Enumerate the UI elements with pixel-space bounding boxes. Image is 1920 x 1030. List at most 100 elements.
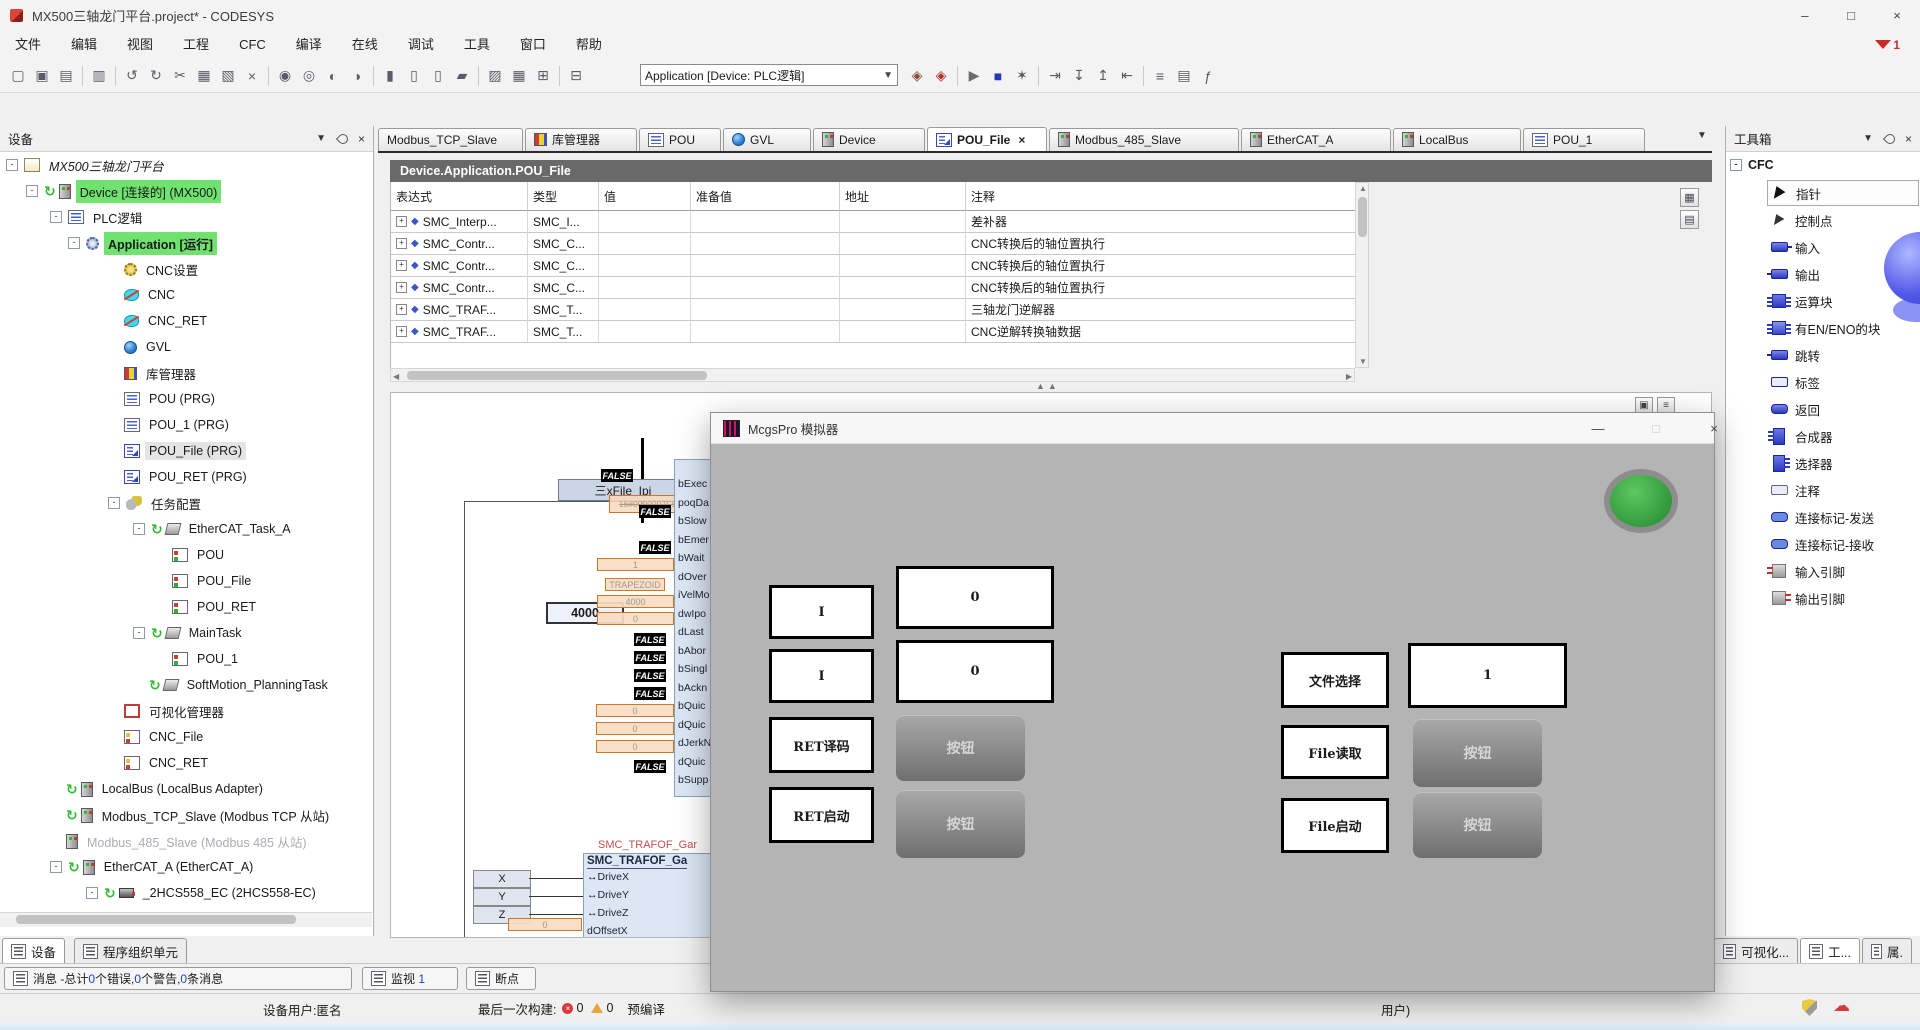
bookmark-next-icon[interactable]: ▯ <box>403 65 425 87</box>
cfc-axis-label[interactable]: Y <box>473 888 531 906</box>
toolbox-item-跳转[interactable]: 跳转 <box>1767 342 1919 368</box>
tree-item[interactable]: GVL <box>0 334 373 360</box>
security-shield-icon[interactable] <box>1802 999 1817 1016</box>
tab-EtherCAT_A[interactable]: EtherCAT_A <box>1241 128 1391 151</box>
row-expander-icon[interactable]: + <box>396 326 407 337</box>
cfc-zoom-button[interactable]: ▣ <box>1635 397 1653 413</box>
flow-control-icon[interactable]: ▤ <box>1173 65 1195 87</box>
replace-all-icon[interactable]: ◑ <box>346 65 368 87</box>
tree-item[interactable]: 库管理器 <box>0 360 373 386</box>
tree-item[interactable]: ↻LocalBus (LocalBus Adapter) <box>0 776 373 802</box>
table-cell[interactable]: +◆SMC_Contr... <box>391 233 528 255</box>
cfc-value-box[interactable]: 0 <box>596 704 674 717</box>
tree-item[interactable]: ↻Modbus_TCP_Slave (Modbus TCP 从站) <box>0 802 373 828</box>
tab-LocalBus[interactable]: LocalBus <box>1393 128 1521 151</box>
bookmark-clear-icon[interactable]: ▰ <box>451 65 473 87</box>
export-icon[interactable]: ⊞ <box>532 65 554 87</box>
tree-item[interactable]: 可视化管理器 <box>0 698 373 724</box>
cfc-value-box[interactable]: 0 <box>596 740 674 753</box>
find-icon[interactable]: ◉ <box>274 65 296 87</box>
cfc-value-box[interactable]: 4000 <box>597 595 674 608</box>
tree-item[interactable]: -↻MainTask <box>0 620 373 646</box>
row-expander-icon[interactable]: + <box>396 282 407 293</box>
tree-item[interactable]: -MX500三轴龙门平台 <box>0 152 373 178</box>
expander-icon[interactable]: - <box>50 211 62 223</box>
tree-item[interactable]: POU_1 <box>0 646 373 672</box>
close-tab-icon[interactable]: × <box>1018 133 1025 147</box>
toolbox-item-有EN/ENO的块[interactable]: 有EN/ENO的块 <box>1767 315 1919 341</box>
panel-tab-属.[interactable]: 属. <box>1862 938 1912 963</box>
find-next-icon[interactable]: ◎ <box>298 65 320 87</box>
sim-label-file-read[interactable]: File读取 <box>1281 725 1389 779</box>
toolbox-item-标签[interactable]: 标签 <box>1767 369 1919 395</box>
tab-Device[interactable]: Device <box>813 128 925 151</box>
sim-button-file-start[interactable]: 按钮 <box>1413 792 1542 858</box>
tree-item[interactable]: -↻EtherCAT_Task_A <box>0 516 373 542</box>
minimize-button[interactable]: – <box>1782 1 1828 30</box>
force-values-icon[interactable]: ƒ <box>1197 65 1219 87</box>
column-header-表达式[interactable]: 表达式 <box>391 182 528 211</box>
sim-label-file-start[interactable]: File启动 <box>1281 798 1389 853</box>
menu-编辑[interactable]: 编辑 <box>56 30 112 59</box>
pin-icon[interactable] <box>336 131 350 145</box>
expander-icon[interactable]: - <box>86 887 98 899</box>
row-expander-icon[interactable]: + <box>396 304 407 315</box>
start-icon[interactable]: ▶ <box>963 65 985 87</box>
simulator-close-button[interactable]: × <box>1692 413 1736 444</box>
new-file-icon[interactable]: ▢ <box>7 65 29 87</box>
paste-icon[interactable]: ▧ <box>217 65 239 87</box>
redo-icon[interactable]: ↻ <box>145 65 167 87</box>
cfc-menu-button[interactable]: ≡ <box>1657 397 1675 413</box>
menu-工程[interactable]: 工程 <box>168 30 224 59</box>
breakpoints-icon[interactable]: ≡ <box>1149 65 1171 87</box>
tab-库管理器[interactable]: 库管理器 <box>525 128 637 151</box>
tree-item[interactable]: -↻EtherCAT_A (EtherCAT_A) <box>0 854 373 880</box>
tree-item[interactable]: Modbus_485_Slave (Modbus 485 从站) <box>0 828 373 854</box>
cfc-axis-label[interactable]: X <box>473 870 531 888</box>
sim-label-file-select[interactable]: 文件选择 <box>1281 652 1389 708</box>
panel-tab-工...[interactable]: 工... <box>1800 938 1860 963</box>
bookmark-toggle-icon[interactable]: ▮ <box>379 65 401 87</box>
table-cell[interactable]: +◆SMC_Contr... <box>391 277 528 299</box>
sim-label-1[interactable]: I <box>769 585 874 639</box>
sim-label-ret-start[interactable]: RET启动 <box>769 787 874 843</box>
table-cell[interactable]: +◆SMC_TRAF... <box>391 299 528 321</box>
toolbox-item-连接标记-发送[interactable]: 连接标记-发送 <box>1767 504 1919 530</box>
tab-POU_1[interactable]: POU_1 <box>1523 128 1645 151</box>
delete-icon[interactable]: × <box>241 65 263 87</box>
expander-icon[interactable]: - <box>133 523 145 535</box>
tree-item[interactable]: -任务配置 <box>0 490 373 516</box>
toolbox-item-输出引脚[interactable]: 输出引脚 <box>1767 585 1919 611</box>
menu-调试[interactable]: 调试 <box>393 30 449 59</box>
toolbox-item-输入引脚[interactable]: 输入引脚 <box>1767 558 1919 584</box>
simulator-maximize-button[interactable]: □ <box>1634 413 1678 444</box>
row-expander-icon[interactable]: + <box>396 238 407 249</box>
menu-工具[interactable]: 工具 <box>449 30 505 59</box>
tree-item[interactable]: -↻Device [连接的] (MX500) <box>0 178 373 204</box>
sim-label-2[interactable]: I <box>769 649 874 703</box>
expander-icon[interactable]: - <box>108 497 120 509</box>
maximize-button[interactable]: □ <box>1828 1 1874 30</box>
tree-item[interactable]: POU_File (PRG) <box>0 438 373 464</box>
cloud-offline-icon[interactable]: ☁ <box>1833 996 1850 1016</box>
sim-button-ret-start[interactable]: 按钮 <box>896 790 1025 858</box>
tree-item[interactable]: CNC_File <box>0 724 373 750</box>
menu-在线[interactable]: 在线 <box>337 30 393 59</box>
row-expander-icon[interactable]: + <box>396 260 407 271</box>
tab-POU[interactable]: POU <box>639 128 721 151</box>
panel-tab-程序组织单元[interactable]: 程序组织单元 <box>74 938 187 963</box>
expander-icon[interactable]: - <box>50 861 62 873</box>
tree-item[interactable]: POU_1 (PRG) <box>0 412 373 438</box>
splitter-handle[interactable]: ▲▲ <box>1036 381 1060 391</box>
table-cell[interactable]: +◆SMC_Interp... <box>391 211 528 233</box>
step-into-icon[interactable]: ↧ <box>1068 65 1090 87</box>
expander-icon[interactable]: - <box>133 627 145 639</box>
row-expander-icon[interactable]: + <box>396 216 407 227</box>
sim-value-2[interactable]: 0 <box>896 640 1054 703</box>
tree-item[interactable]: POU (PRG) <box>0 386 373 412</box>
toolbox-item-指针[interactable]: 指针 <box>1767 180 1919 206</box>
simulator-minimize-button[interactable]: — <box>1576 413 1620 444</box>
menu-编译[interactable]: 编译 <box>281 30 337 59</box>
pin-icon[interactable] <box>1883 131 1897 145</box>
watch-hscrollbar[interactable]: ◀▶ <box>390 368 1355 382</box>
